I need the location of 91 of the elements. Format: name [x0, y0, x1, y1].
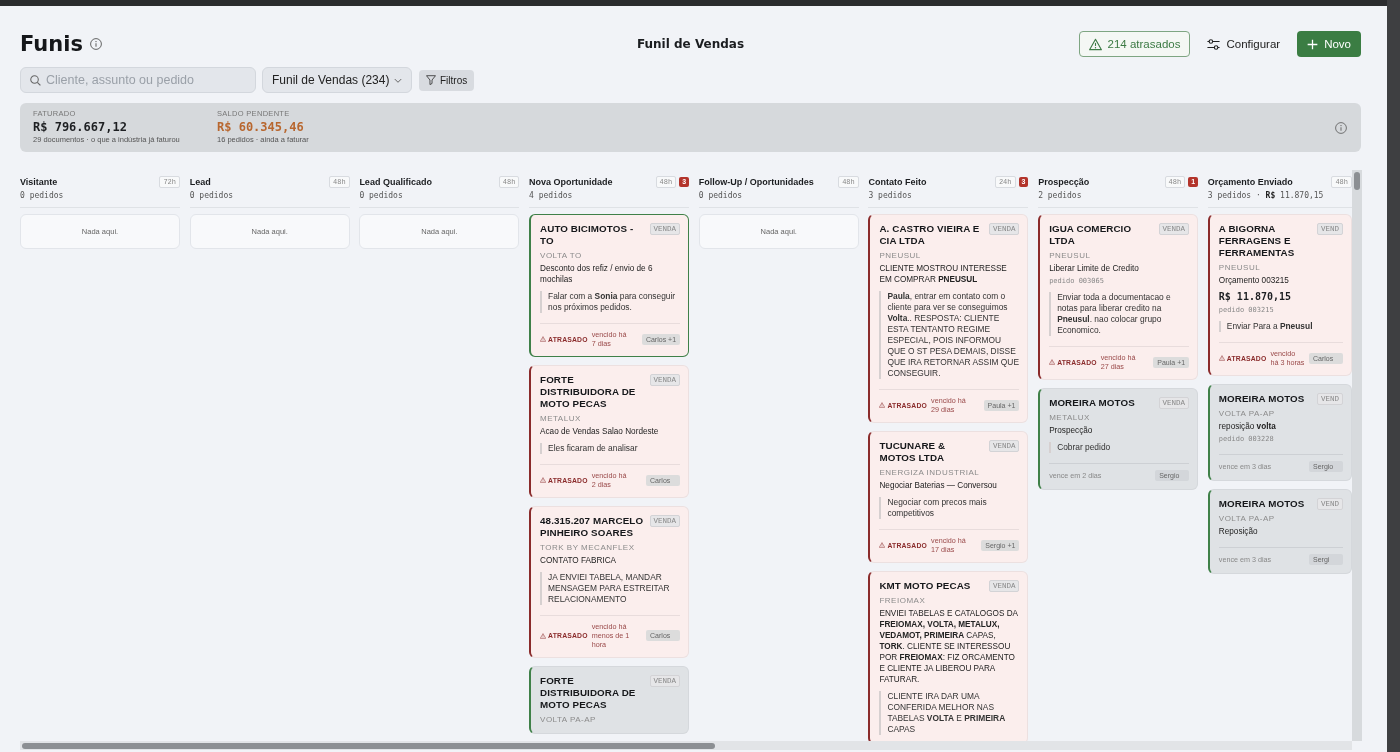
client-name: A BIGORNA FERRAGENS E FERRAMENTAS	[1218, 223, 1296, 259]
client-name: FORTE DISTRIBUIDORA DE MOTO PECAS	[540, 374, 637, 410]
chevron-down-icon	[394, 77, 402, 83]
deal-subject: Prospecção	[1049, 425, 1094, 436]
client-name: AUTO BICIMOTOS - TO	[540, 223, 635, 247]
deal-subject: Negociar Baterias — Conversou	[879, 480, 998, 491]
new-button[interactable]: Novo	[1297, 31, 1361, 57]
client-name: IGUA COMERCIO LTDA	[1049, 223, 1133, 247]
metric-value: R$ 60.345,46	[217, 119, 305, 135]
deal-subject: ENVIEI TABELAS E CATALOGOS DA FREIOMAX, VOLTA, METALUX, VEDAMOT, PRIMEIRA CAPAS, TORK. CLIENTE SE INTERESSOU POR FREIOMAX: FIZ ORCAMENTO E CLIENTE JA LIBEROU PARA FATURAR.	[879, 608, 1019, 685]
warning-icon	[540, 477, 547, 483]
overdue-button[interactable]: 214 atrasados	[1078, 31, 1191, 57]
brand-name: ENERGIZA INDUSTRIAL	[879, 467, 981, 478]
funnel-select[interactable]: Funil de Vendas (234)	[262, 67, 412, 93]
client-name: TUCUNARE & MOTOS LTDA	[879, 440, 947, 464]
brand-name: METALUX	[1049, 412, 1091, 423]
deal-note: Paula, entrar em contato com o cliente para ver se conseguimos Volta.. RESPOSTA: CLIENTE ESTA TENTANTO REGIME ESPECIAL, POIS INFORMOU QUE O ST PESA DEMAIS, DISSE QUE IRA RETORNAR ASSIM QUE CONSEGUIR.	[879, 291, 1020, 379]
brand-name: TORK BY MECANFLEX	[540, 542, 636, 553]
warning-icon	[540, 632, 547, 639]
column-title: Lead	[189, 176, 212, 187]
deal-note: Enviar toda a documentacao e notas para liberar credito na Pneusul. nao colocar grupo Economico.	[1049, 292, 1190, 336]
scrollbar-thumb[interactable]	[1354, 172, 1360, 190]
brand-name: VOLTA TO	[540, 250, 583, 261]
column-title: Visitante	[20, 176, 59, 187]
deal-card[interactable]	[868, 571, 1029, 741]
client-name: KMT MOTO PECAS	[879, 580, 972, 592]
info-icon	[89, 38, 102, 50]
deal-card[interactable]	[868, 214, 1029, 423]
order-count: 2 pedidos	[1038, 191, 1083, 201]
deal-subject: Reposição	[1218, 526, 1259, 537]
deal-subject: CLIENTE MOSTROU INTERESSE EM COMPRAR PNEUSUL	[879, 263, 1008, 285]
column-title: Prospecção	[1038, 176, 1091, 187]
order-count: 0 pedidos	[698, 191, 744, 201]
deal-subject: Liberar Limite de Credito	[1049, 263, 1140, 274]
client-name: A. CASTRO VIEIRA E CIA LTDA	[879, 223, 981, 247]
client-name: MOREIRA MOTOS	[1049, 397, 1136, 409]
column-title: Contato Feito	[868, 176, 928, 187]
brand-name: VOLTA PA-AP	[540, 714, 597, 725]
scrollbar-thumb[interactable]	[22, 742, 715, 749]
brand-name: METALUX	[540, 413, 582, 424]
deal-note: Falar com a Sonia para conseguir nos próximos pedidos.	[540, 291, 681, 313]
order-count: 3 pedidos	[868, 191, 913, 201]
warning-icon	[1049, 359, 1056, 365]
search-icon	[30, 74, 41, 86]
sliders-icon	[1207, 37, 1221, 51]
info-icon	[1335, 121, 1347, 134]
column-title: Nova Oportunidade	[529, 176, 614, 187]
search-field[interactable]: Cliente, assunto ou pedido	[20, 67, 256, 93]
deal-subject: reposição volta	[1218, 421, 1277, 432]
client-name: FORTE DISTRIBUIDORA DE MOTO PECAS	[540, 675, 637, 711]
deal-note: Cobrar pedido	[1049, 442, 1190, 453]
deal-note: Negociar com precos mais competitivos	[879, 497, 1020, 519]
brand-name: PNEUSUL	[1218, 262, 1262, 273]
warning-icon	[1218, 355, 1225, 361]
brand-name: VOLTA PA-AP	[1218, 408, 1276, 419]
page-title: Funis	[20, 31, 83, 57]
brand-name: PNEUSUL	[879, 250, 922, 261]
order-count: 0 pedidos	[20, 191, 65, 201]
order-count: 0 pedidos	[189, 191, 235, 201]
order-count: 3 pedidos · R$ 11.870,15	[1207, 191, 1325, 201]
deal-amount: R$ 11.870,15	[1218, 291, 1293, 303]
warning-icon	[879, 402, 886, 408]
warning-icon	[540, 336, 547, 342]
client-name: MOREIRA MOTOS	[1218, 498, 1306, 510]
metric-value: R$ 796.667,12	[33, 119, 128, 135]
deal-subject: CONTATO FABRICA	[540, 555, 618, 566]
brand-name: VOLTA PA-AP	[1218, 513, 1276, 524]
brand-name: FREIOMAX	[879, 595, 927, 606]
deal-note: Enviar Para a Pneusul	[1218, 321, 1343, 332]
column-title: Follow-Up / Oportunidades	[698, 176, 815, 187]
deal-card[interactable]	[1038, 214, 1199, 380]
warning-icon	[1088, 37, 1102, 51]
order-count: 4 pedidos	[529, 191, 574, 201]
deal-subject: Orçamento 003215	[1218, 275, 1290, 286]
column-title: Orçamento Enviado	[1207, 176, 1294, 187]
configure-button[interactable]: Configurar	[1205, 31, 1283, 57]
order-count: 0 pedidos	[359, 191, 404, 201]
client-name: MOREIRA MOTOS	[1218, 393, 1306, 405]
filter-button[interactable]: Filtros	[419, 69, 475, 91]
plus-icon	[1307, 38, 1319, 50]
warning-icon	[879, 542, 886, 548]
client-name: 48.315.207 MARCELO PINHEIRO SOARES	[540, 515, 645, 539]
deal-note: JA ENVIEI TABELA, MANDAR MENSAGEM PARA ESTREITAR RELACIONAMENTO	[540, 572, 681, 605]
column-title: Lead Qualificado	[359, 176, 433, 187]
deal-note: Eles ficaram de analisar	[540, 443, 681, 454]
deal-subject: Acao de Vendas Salao Nordeste	[540, 426, 660, 437]
funnel-icon	[426, 75, 436, 85]
brand-name: PNEUSUL	[1049, 250, 1092, 261]
deal-note: CLIENTE IRA DAR UMA CONFERIDA MELHOR NAS TABELAS VOLTA E PRIMEIRA CAPAS	[879, 691, 1020, 735]
board-title: Funil de Vendas	[636, 37, 745, 51]
deal-subject: Desconto dos refiz / envio de 6 mochilas	[540, 263, 654, 285]
